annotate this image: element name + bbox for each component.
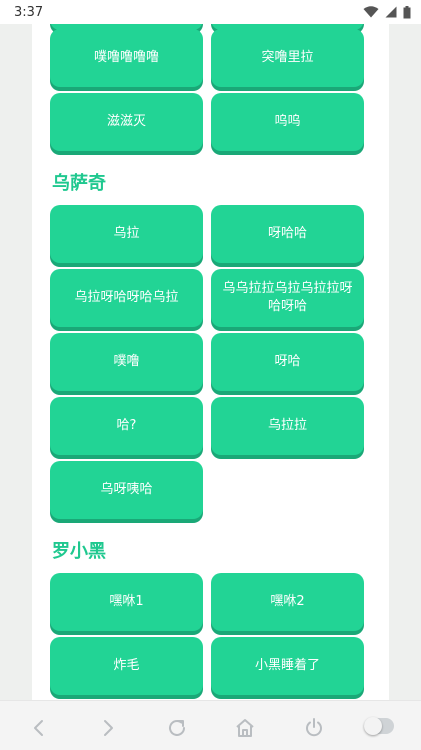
sound-button[interactable]: 噗噜噜噜噜: [50, 29, 203, 87]
sound-button[interactable]: 乌拉拉: [211, 397, 364, 455]
sound-button[interactable]: 噗噜: [50, 333, 203, 391]
sound-button[interactable]: 嘿咻2: [211, 573, 364, 631]
status-icons: [363, 5, 411, 19]
sound-button[interactable]: 突噜里拉: [211, 29, 364, 87]
refresh-icon[interactable]: [165, 716, 189, 740]
sound-button[interactable]: 炸毛: [50, 637, 203, 695]
sound-button[interactable]: 呀哈哈: [211, 205, 364, 263]
sound-button[interactable]: 滋滋灭: [50, 93, 203, 151]
sound-button[interactable]: 小黑睡着了: [211, 637, 364, 695]
sound-button[interactable]: 嘿咻1: [50, 573, 203, 631]
sound-button[interactable]: 呜呜: [211, 93, 364, 151]
toggle-knob: [364, 717, 382, 735]
status-time: 3:37: [14, 4, 44, 20]
toggle-switch[interactable]: [364, 717, 394, 735]
signal-icon: [385, 6, 397, 18]
section-title: 罗小黑: [52, 541, 106, 562]
sound-button[interactable]: 乌拉: [50, 205, 203, 263]
sound-button[interactable]: 乌乌拉拉乌拉乌拉拉呀哈呀哈: [211, 269, 364, 327]
wifi-icon: [363, 6, 379, 18]
sound-button[interactable]: 乌拉呀哈呀哈乌拉: [50, 269, 203, 327]
sound-board-page[interactable]: 噗噜噜噜噜 突噜里拉 滋滋灭 呜呜 乌拉 呀哈哈 乌拉呀哈呀哈乌拉 乌乌拉拉乌拉…: [32, 24, 389, 700]
sound-button[interactable]: 呀哈: [211, 333, 364, 391]
navigation-bar: [0, 700, 421, 750]
sound-button[interactable]: 哈?: [50, 397, 203, 455]
back-icon[interactable]: [27, 716, 51, 740]
battery-icon: [403, 5, 411, 18]
home-icon[interactable]: [233, 716, 257, 740]
forward-icon[interactable]: [96, 716, 120, 740]
power-icon[interactable]: [302, 716, 326, 740]
status-bar: 3:37: [0, 0, 421, 24]
section-title: 乌萨奇: [52, 173, 106, 194]
sound-button[interactable]: 乌呀咦哈: [50, 461, 203, 519]
